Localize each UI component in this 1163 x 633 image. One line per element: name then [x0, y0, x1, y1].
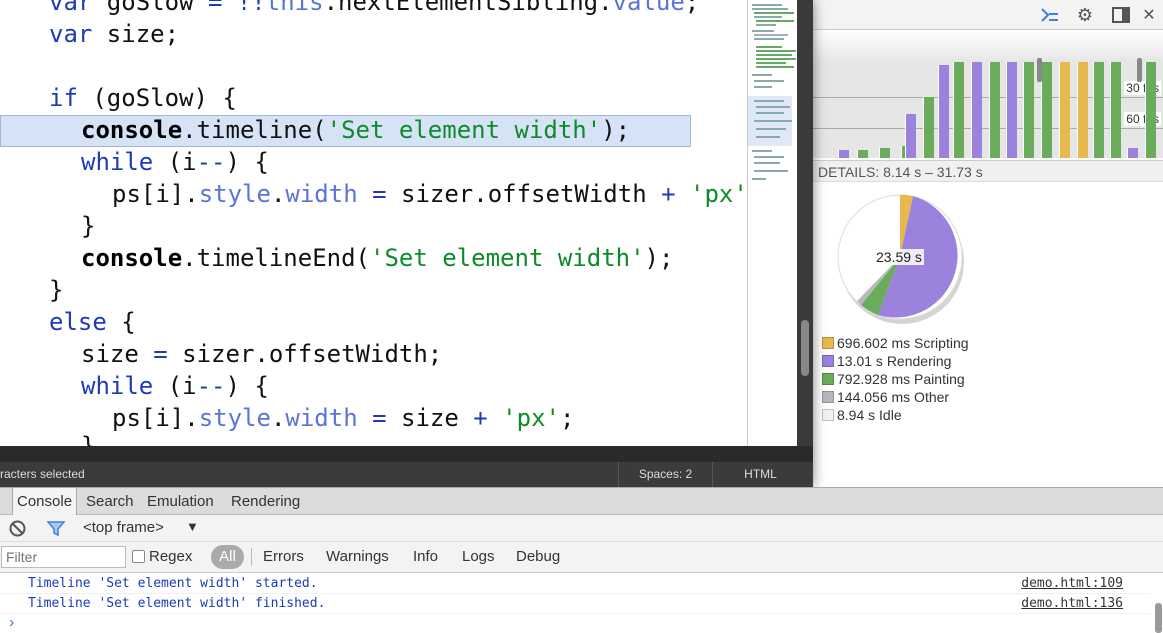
console-log: Timeline 'Set element width' started. de…: [0, 573, 1163, 633]
frame-bar: [1093, 62, 1104, 158]
filter-input[interactable]: [1, 546, 126, 568]
console-message: Timeline 'Set element width' finished. d…: [0, 594, 1150, 614]
console-scrollbar[interactable]: [1155, 603, 1162, 633]
dock-icon[interactable]: [1110, 4, 1132, 26]
syntax-mode[interactable]: HTML: [712, 462, 808, 487]
console-filter-bar: Regex All Errors Warnings Info Logs Debu…: [0, 542, 1163, 573]
console-prompt[interactable]: ›: [9, 614, 14, 632]
frame-bar: [1127, 148, 1138, 158]
frame-bar: [923, 97, 934, 158]
level-debug-button[interactable]: Debug: [516, 548, 560, 565]
legend-scripting: 696.602 ms Scripting: [822, 334, 969, 352]
tab-search[interactable]: Search: [82, 488, 138, 515]
selection-status: racters selected: [0, 467, 85, 481]
editor-scrollbar[interactable]: [797, 0, 813, 446]
close-icon[interactable]: ✕: [1138, 4, 1160, 26]
code-line: ps[i].style.width = size + 'px';: [112, 404, 575, 432]
code-line: }: [81, 432, 96, 446]
regex-checkbox[interactable]: [132, 550, 145, 563]
overview-strip: [812, 30, 1163, 60]
frame-bar: [905, 114, 916, 158]
filter-divider: [251, 548, 252, 566]
drawer-tabbar: Console Search Emulation Rendering: [0, 487, 1163, 515]
source-link[interactable]: demo.html:109: [1021, 576, 1123, 591]
editor-scroll-thumb[interactable]: [801, 320, 809, 376]
frame-bar: [1110, 62, 1121, 158]
tab-console[interactable]: Console: [12, 488, 78, 515]
frame-bar: [838, 150, 849, 158]
console-message: Timeline 'Set element width' started. de…: [0, 574, 1150, 594]
level-info-button[interactable]: Info: [413, 548, 438, 565]
level-logs-button[interactable]: Logs: [462, 548, 495, 565]
code-line: ps[i].style.width = sizer.offsetWidth + …: [112, 180, 747, 208]
code-line: var size;: [49, 20, 180, 48]
devtools-toolbar: ⚙ ✕: [812, 0, 1163, 30]
message-text: Timeline 'Set element width' finished.: [28, 596, 326, 611]
frame-bar: [938, 65, 949, 158]
frame-bar: [857, 150, 868, 158]
code-line: }: [49, 276, 64, 304]
category-legend: 696.602 ms Scripting 13.01 s Rendering 7…: [822, 334, 969, 424]
drawer-icon[interactable]: [1038, 4, 1060, 26]
range-handle-left[interactable]: [1037, 58, 1042, 82]
indent-status[interactable]: Spaces: 2: [618, 462, 712, 487]
tab-rendering[interactable]: Rendering: [227, 488, 304, 515]
frame-bar: [879, 148, 890, 158]
filter-icon[interactable]: [46, 520, 66, 542]
clear-console-icon[interactable]: [9, 520, 26, 542]
level-warnings-button[interactable]: Warnings: [326, 548, 389, 565]
code-line: while (i--) {: [81, 148, 269, 176]
code-area[interactable]: var goSlow = !!this.nextElementSibling.v…: [0, 0, 747, 446]
frame-selector[interactable]: <top frame>: [83, 519, 164, 536]
minimap-preview: [748, 4, 796, 180]
minimap[interactable]: [747, 0, 797, 446]
code-line: }: [81, 212, 96, 240]
chevron-down-icon[interactable]: ▼: [186, 519, 199, 534]
pie-total-label: 23.59 s: [874, 249, 924, 265]
legend-painting: 792.928 ms Painting: [822, 370, 969, 388]
frame-bar: [953, 62, 964, 158]
frame-bar: [1041, 62, 1052, 158]
level-all-button[interactable]: All: [211, 545, 244, 569]
details-header: DETAILS: 8.14 s – 31.73 s: [812, 160, 1163, 182]
code-editor-window: var goSlow = !!this.nextElementSibling.v…: [0, 0, 813, 487]
frame-bar: [1023, 62, 1034, 158]
frame-bar: [1077, 62, 1088, 158]
legend-rendering: 13.01 s Rendering: [822, 352, 969, 370]
frame-bar: [971, 62, 982, 158]
level-errors-button[interactable]: Errors: [263, 548, 304, 565]
code-line: if (goSlow) {: [49, 84, 237, 112]
code-line: console.timelineEnd('Set element width')…: [81, 244, 674, 272]
regex-label: Regex: [149, 548, 193, 565]
editor-status-bar: racters selected Spaces: 2 HTML: [0, 462, 813, 487]
frame-bar: [1059, 62, 1070, 158]
frames-chart[interactable]: 30 fps 60 fps: [812, 60, 1163, 158]
timeline-panel: ⚙ ✕ 30 fps 60 fps DETAILS: 8.14 s – 31.7…: [812, 0, 1163, 487]
gear-icon[interactable]: ⚙: [1074, 4, 1096, 26]
tab-emulation[interactable]: Emulation: [143, 488, 218, 515]
message-text: Timeline 'Set element width' started.: [28, 576, 318, 591]
legend-idle: 8.94 s Idle: [822, 406, 969, 424]
console-toolbar: <top frame> ▼: [0, 515, 1163, 542]
code-line: var goSlow = !!this.nextElementSibling.v…: [49, 0, 700, 16]
code-line: while (i--) {: [81, 372, 269, 400]
frame-bar: [1006, 62, 1017, 158]
legend-other: 144.056 ms Other: [822, 388, 969, 406]
source-link[interactable]: demo.html:136: [1021, 596, 1123, 611]
code-line: size = sizer.offsetWidth;: [81, 340, 443, 368]
frame-bar: [989, 62, 1000, 158]
code-line: console.timeline('Set element width');: [81, 116, 631, 144]
code-line: else {: [49, 308, 136, 336]
frame-bar: [1145, 62, 1156, 158]
range-handle-right[interactable]: [1137, 58, 1142, 82]
